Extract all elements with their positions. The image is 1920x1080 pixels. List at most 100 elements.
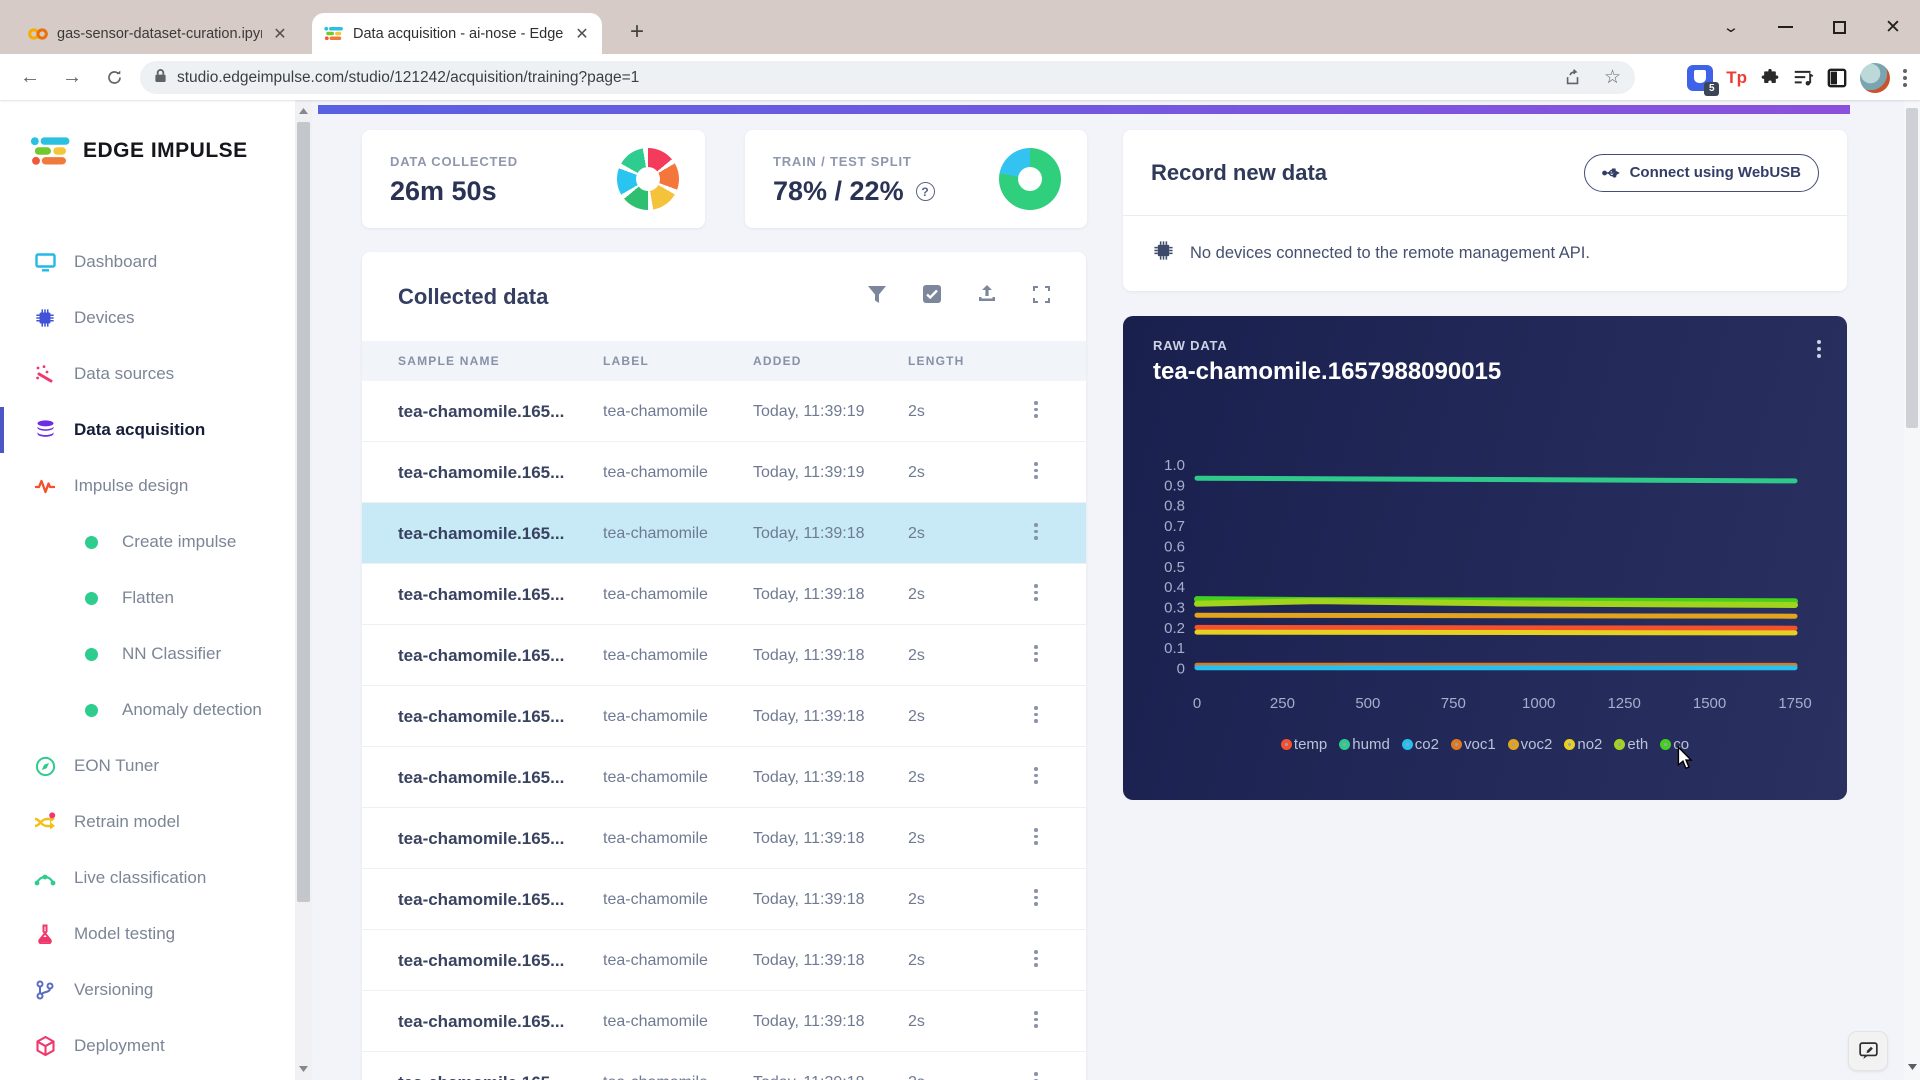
svg-text:0.5: 0.5 bbox=[1164, 559, 1185, 576]
table-row[interactable]: tea-chamomile.165...tea-chamomileToday, … bbox=[362, 1052, 1086, 1080]
row-menu-kebab-icon[interactable] bbox=[1034, 645, 1038, 662]
sidebar-item-impulse-design[interactable]: Impulse design bbox=[0, 458, 295, 514]
sidebar-item-retrain-model[interactable]: Retrain model bbox=[0, 794, 295, 850]
table-row[interactable]: tea-chamomile.165...tea-chamomileToday, … bbox=[362, 869, 1086, 930]
sidebar-item-dashboard[interactable]: Dashboard bbox=[0, 234, 295, 290]
window-chevron-down-icon[interactable]: ⌄ bbox=[1713, 14, 1749, 40]
tab-title: Data acquisition - ai-nose - Edge bbox=[353, 26, 564, 42]
legend-item-eth[interactable]: eth bbox=[1614, 736, 1648, 753]
window-minimize-button[interactable] bbox=[1772, 14, 1798, 40]
sidebar-scrollbar[interactable] bbox=[295, 100, 312, 1080]
playlist-extension-icon[interactable] bbox=[1793, 69, 1814, 87]
filter-icon[interactable] bbox=[868, 286, 886, 308]
sample-name: tea-chamomile.165... bbox=[398, 869, 564, 930]
sidebar-item-nn-classifier[interactable]: NN Classifier bbox=[0, 626, 295, 682]
extension-tp-icon[interactable]: Tp bbox=[1726, 68, 1747, 88]
tab-close-icon[interactable]: ✕ bbox=[572, 24, 592, 44]
browser-tab-colab[interactable]: gas-sensor-dataset-curation.ipyn ✕ bbox=[16, 13, 300, 54]
extensions-puzzle-icon[interactable] bbox=[1760, 68, 1780, 88]
tab-title: gas-sensor-dataset-curation.ipyn bbox=[57, 26, 262, 42]
sidebar-item-eon-tuner[interactable]: EON Tuner bbox=[0, 738, 295, 794]
edge-impulse-logo[interactable]: EDGE IMPULSE bbox=[30, 136, 248, 166]
sample-label: tea-chamomile bbox=[603, 381, 708, 442]
table-row[interactable]: tea-chamomile.165...tea-chamomileToday, … bbox=[362, 991, 1086, 1052]
legend-item-voc2[interactable]: voc2 bbox=[1508, 736, 1553, 753]
row-menu-kebab-icon[interactable] bbox=[1034, 1072, 1038, 1080]
sidebar-item-versioning[interactable]: Versioning bbox=[0, 962, 295, 1018]
scrollbar-thumb[interactable] bbox=[297, 122, 310, 902]
row-menu-kebab-icon[interactable] bbox=[1034, 828, 1038, 845]
bookmark-star-icon[interactable]: ☆ bbox=[1604, 66, 1621, 89]
table-row[interactable]: tea-chamomile.165...tea-chamomileToday, … bbox=[362, 381, 1086, 442]
legend-ring-icon bbox=[1564, 739, 1575, 750]
sidebar-item-anomaly-detection[interactable]: Anomaly detection bbox=[0, 682, 295, 738]
sidebar-item-deployment[interactable]: Deployment bbox=[0, 1018, 295, 1074]
new-tab-button[interactable]: + bbox=[622, 18, 652, 48]
table-row[interactable]: tea-chamomile.165...tea-chamomileToday, … bbox=[362, 442, 1086, 503]
scrollbar-thumb[interactable] bbox=[1906, 108, 1918, 428]
connect-webusb-button[interactable]: Connect using WebUSB bbox=[1584, 154, 1819, 192]
legend-item-voc1[interactable]: voc1 bbox=[1451, 736, 1496, 753]
row-menu-kebab-icon[interactable] bbox=[1034, 767, 1038, 784]
sample-added: Today, 11:39:18 bbox=[753, 625, 865, 686]
table-row[interactable]: tea-chamomile.165...tea-chamomileToday, … bbox=[362, 930, 1086, 991]
sidebar-item-data-sources[interactable]: Data sources bbox=[0, 346, 295, 402]
reload-button[interactable] bbox=[100, 63, 128, 91]
legend-item-no2[interactable]: no2 bbox=[1564, 736, 1602, 753]
row-menu-kebab-icon[interactable] bbox=[1034, 950, 1038, 967]
row-menu-kebab-icon[interactable] bbox=[1034, 462, 1038, 479]
upload-icon[interactable] bbox=[978, 285, 996, 308]
sidebar-item-data-acquisition[interactable]: Data acquisition bbox=[0, 402, 295, 458]
scroll-down-icon[interactable] bbox=[1904, 1060, 1920, 1074]
scroll-up-icon[interactable] bbox=[295, 104, 312, 118]
profile-avatar[interactable] bbox=[1860, 63, 1890, 93]
legend-item-co2[interactable]: co2 bbox=[1402, 736, 1439, 753]
legend-item-humd[interactable]: humd bbox=[1339, 736, 1390, 753]
help-icon[interactable]: ? bbox=[916, 182, 935, 201]
feedback-chat-icon bbox=[1859, 1042, 1878, 1060]
browser-tab-edge-impulse[interactable]: Data acquisition - ai-nose - Edge ✕ bbox=[312, 13, 602, 54]
record-new-data-panel: Record new data Connect using WebUSB No … bbox=[1123, 130, 1847, 291]
back-button[interactable]: ← bbox=[16, 63, 44, 91]
table-row[interactable]: tea-chamomile.165...tea-chamomileToday, … bbox=[362, 564, 1086, 625]
browser-menu-kebab-icon[interactable] bbox=[1903, 69, 1907, 87]
select-checkbox-icon[interactable] bbox=[923, 285, 941, 308]
row-menu-kebab-icon[interactable] bbox=[1034, 584, 1038, 601]
legend-ring-icon bbox=[1508, 739, 1519, 750]
forward-button[interactable]: → bbox=[58, 63, 86, 91]
table-row[interactable]: tea-chamomile.165...tea-chamomileToday, … bbox=[362, 747, 1086, 808]
page-scrollbar[interactable] bbox=[1904, 100, 1920, 1080]
dot-icon bbox=[84, 536, 98, 549]
sidebar-item-model-testing[interactable]: Model testing bbox=[0, 906, 295, 962]
sidebar-item-flatten[interactable]: Flatten bbox=[0, 570, 295, 626]
expand-icon[interactable] bbox=[1033, 286, 1050, 308]
row-menu-kebab-icon[interactable] bbox=[1034, 889, 1038, 906]
legend-item-temp[interactable]: temp bbox=[1281, 736, 1327, 753]
row-menu-kebab-icon[interactable] bbox=[1034, 1011, 1038, 1028]
sample-length: 2s bbox=[908, 747, 925, 808]
sidebar-item-live-classification[interactable]: Live classification bbox=[0, 850, 295, 906]
scroll-down-icon[interactable] bbox=[295, 1062, 312, 1076]
sample-length: 2s bbox=[908, 625, 925, 686]
window-close-button[interactable]: ✕ bbox=[1880, 14, 1906, 40]
table-row[interactable]: tea-chamomile.165...tea-chamomileToday, … bbox=[362, 503, 1086, 564]
sidebar-item-create-impulse[interactable]: Create impulse bbox=[0, 514, 295, 570]
record-new-data-title: Record new data bbox=[1151, 160, 1327, 186]
row-menu-kebab-icon[interactable] bbox=[1034, 401, 1038, 418]
table-row[interactable]: tea-chamomile.165...tea-chamomileToday, … bbox=[362, 625, 1086, 686]
row-menu-kebab-icon[interactable] bbox=[1034, 523, 1038, 540]
share-icon[interactable] bbox=[1564, 69, 1582, 87]
table-row[interactable]: tea-chamomile.165...tea-chamomileToday, … bbox=[362, 686, 1086, 747]
sample-added: Today, 11:39:18 bbox=[753, 503, 865, 564]
svg-text:0.4: 0.4 bbox=[1164, 579, 1185, 596]
extension-blue-icon[interactable]: 5 bbox=[1687, 65, 1713, 91]
feedback-button[interactable] bbox=[1848, 1031, 1888, 1071]
row-menu-kebab-icon[interactable] bbox=[1034, 706, 1038, 723]
window-maximize-button[interactable] bbox=[1826, 14, 1852, 40]
data-collected-card: DATA COLLECTED 26m 50s bbox=[362, 130, 705, 228]
url-bar[interactable]: studio.edgeimpulse.com/studio/121242/acq… bbox=[140, 61, 1635, 94]
tab-close-icon[interactable]: ✕ bbox=[270, 24, 290, 44]
table-row[interactable]: tea-chamomile.165...tea-chamomileToday, … bbox=[362, 808, 1086, 869]
dark-mode-extension-icon[interactable] bbox=[1827, 68, 1847, 88]
sidebar-item-devices[interactable]: Devices bbox=[0, 290, 295, 346]
